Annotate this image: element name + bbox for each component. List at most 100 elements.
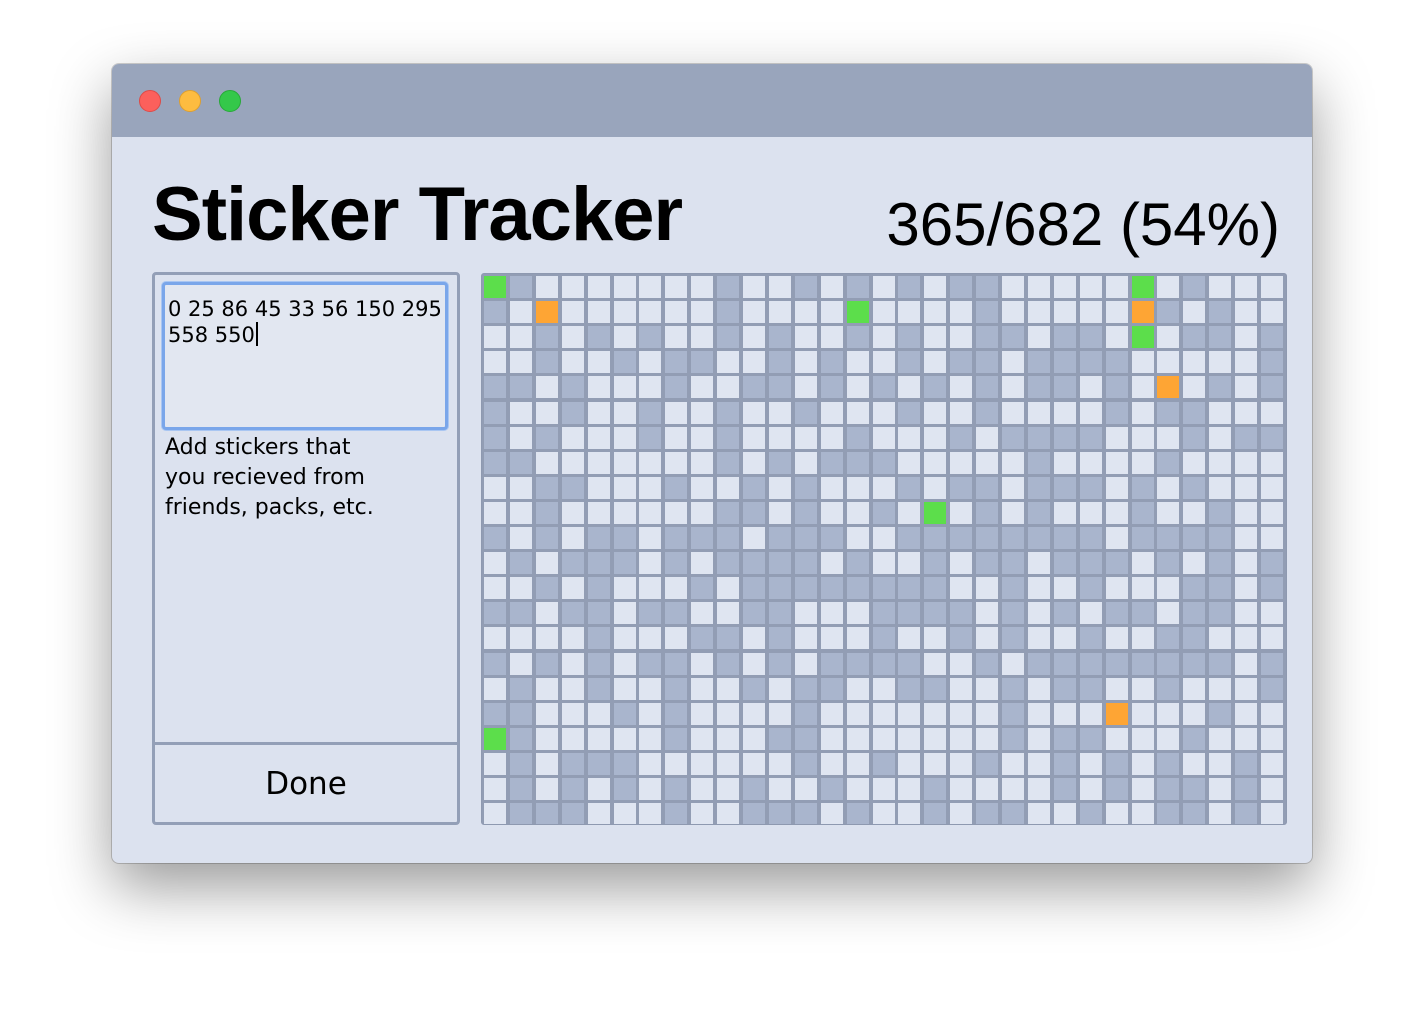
sticker-cell-need[interactable]: [769, 627, 791, 649]
sticker-cell-need[interactable]: [1054, 427, 1076, 449]
sticker-cell-have[interactable]: [536, 552, 558, 574]
sticker-cell-have[interactable]: [639, 452, 661, 474]
sticker-cell-need[interactable]: [1183, 653, 1205, 675]
sticker-cell-have[interactable]: [484, 803, 506, 824]
sticker-cell-have[interactable]: [1261, 778, 1283, 800]
sticker-cell-need[interactable]: [950, 427, 972, 449]
sticker-cell-have[interactable]: [614, 452, 636, 474]
sticker-cell-have[interactable]: [1002, 276, 1024, 298]
sticker-cell-need[interactable]: [1132, 477, 1154, 499]
sticker-cell-need[interactable]: [510, 703, 532, 725]
sticker-cell-need[interactable]: [769, 326, 791, 348]
sticker-cell-need[interactable]: [795, 577, 817, 599]
sticker-cell-have[interactable]: [976, 627, 998, 649]
sticker-cell-have[interactable]: [639, 351, 661, 373]
sticker-cell-need[interactable]: [1132, 502, 1154, 524]
sticker-cell-need[interactable]: [1002, 803, 1024, 824]
sticker-cell-have[interactable]: [1209, 627, 1231, 649]
sticker-cell-need[interactable]: [1080, 803, 1102, 824]
sticker-cell-need[interactable]: [1209, 326, 1231, 348]
sticker-cell-need[interactable]: [639, 602, 661, 624]
sticker-cell-have[interactable]: [1054, 803, 1076, 824]
sticker-cell-have[interactable]: [847, 627, 869, 649]
sticker-cell-have[interactable]: [1235, 577, 1257, 599]
sticker-cell-have[interactable]: [639, 627, 661, 649]
sticker-cell-have[interactable]: [873, 427, 895, 449]
sticker-cell-have[interactable]: [1132, 803, 1154, 824]
sticker-cell-need[interactable]: [1261, 427, 1283, 449]
sticker-cell-have[interactable]: [665, 452, 687, 474]
sticker-cell-need[interactable]: [639, 402, 661, 424]
sticker-cell-have[interactable]: [614, 502, 636, 524]
sticker-cell-need[interactable]: [1002, 627, 1024, 649]
sticker-cell-need[interactable]: [1157, 527, 1179, 549]
sticker-cell-need[interactable]: [950, 527, 972, 549]
sticker-cell-have[interactable]: [1028, 402, 1050, 424]
sticker-cell-have[interactable]: [1002, 753, 1024, 775]
sticker-cell-have[interactable]: [614, 326, 636, 348]
sticker-cell-need[interactable]: [1132, 527, 1154, 549]
sticker-cell-have[interactable]: [950, 753, 972, 775]
sticker-cell-have[interactable]: [691, 402, 713, 424]
sticker-cell-have[interactable]: [1261, 753, 1283, 775]
sticker-cell-have[interactable]: [562, 527, 584, 549]
sticker-cell-duplicate[interactable]: [536, 301, 558, 323]
sticker-cell-need[interactable]: [1183, 527, 1205, 549]
sticker-cell-need[interactable]: [536, 527, 558, 549]
sticker-cell-need[interactable]: [691, 577, 713, 599]
sticker-cell-need[interactable]: [1261, 653, 1283, 675]
sticker-cell-have[interactable]: [562, 678, 584, 700]
sticker-cell-need[interactable]: [536, 351, 558, 373]
sticker-cell-have[interactable]: [1132, 753, 1154, 775]
sticker-cell-have[interactable]: [924, 477, 946, 499]
sticker-cell-have[interactable]: [950, 402, 972, 424]
sticker-cell-need[interactable]: [484, 427, 506, 449]
sticker-cell-need[interactable]: [1080, 351, 1102, 373]
sticker-cell-have[interactable]: [484, 627, 506, 649]
sticker-cell-need[interactable]: [1209, 703, 1231, 725]
sticker-cell-have[interactable]: [1028, 602, 1050, 624]
sticker-cell-have[interactable]: [588, 351, 610, 373]
sticker-cell-need[interactable]: [639, 653, 661, 675]
sticker-cell-need[interactable]: [1157, 301, 1179, 323]
sticker-cell-need[interactable]: [1235, 753, 1257, 775]
sticker-cell-need[interactable]: [821, 577, 843, 599]
sticker-cell-need[interactable]: [717, 627, 739, 649]
sticker-cell-need[interactable]: [588, 552, 610, 574]
sticker-cell-have[interactable]: [1080, 753, 1102, 775]
sticker-cell-have[interactable]: [821, 728, 843, 750]
sticker-cell-need[interactable]: [562, 552, 584, 574]
sticker-number-input[interactable]: 0 25 86 45 33 56 150 295 558 550: [162, 282, 448, 430]
sticker-cell-need[interactable]: [873, 627, 895, 649]
sticker-cell-need[interactable]: [795, 402, 817, 424]
sticker-cell-have[interactable]: [769, 678, 791, 700]
sticker-cell-have[interactable]: [665, 627, 687, 649]
sticker-cell-have[interactable]: [924, 653, 946, 675]
sticker-cell-need[interactable]: [1209, 376, 1231, 398]
sticker-cell-have[interactable]: [614, 376, 636, 398]
sticker-cell-have[interactable]: [769, 301, 791, 323]
sticker-cell-need[interactable]: [1080, 653, 1102, 675]
sticker-cell-have[interactable]: [743, 728, 765, 750]
sticker-cell-have[interactable]: [1080, 602, 1102, 624]
sticker-cell-have[interactable]: [769, 427, 791, 449]
sticker-cell-need[interactable]: [1106, 351, 1128, 373]
sticker-cell-need[interactable]: [1183, 477, 1205, 499]
sticker-cell-need[interactable]: [769, 376, 791, 398]
sticker-cell-have[interactable]: [1106, 803, 1128, 824]
sticker-cell-need[interactable]: [1028, 527, 1050, 549]
sticker-cell-have[interactable]: [484, 753, 506, 775]
sticker-cell-have[interactable]: [1132, 376, 1154, 398]
sticker-cell-need[interactable]: [510, 778, 532, 800]
sticker-cell-have[interactable]: [1028, 678, 1050, 700]
sticker-cell-have[interactable]: [639, 753, 661, 775]
sticker-cell-have[interactable]: [795, 452, 817, 474]
sticker-cell-have[interactable]: [976, 577, 998, 599]
sticker-cell-new[interactable]: [484, 728, 506, 750]
sticker-cell-have[interactable]: [1235, 728, 1257, 750]
sticker-cell-need[interactable]: [1106, 602, 1128, 624]
sticker-cell-have[interactable]: [795, 351, 817, 373]
sticker-cell-new[interactable]: [847, 301, 869, 323]
sticker-cell-have[interactable]: [1002, 452, 1024, 474]
sticker-cell-have[interactable]: [639, 678, 661, 700]
